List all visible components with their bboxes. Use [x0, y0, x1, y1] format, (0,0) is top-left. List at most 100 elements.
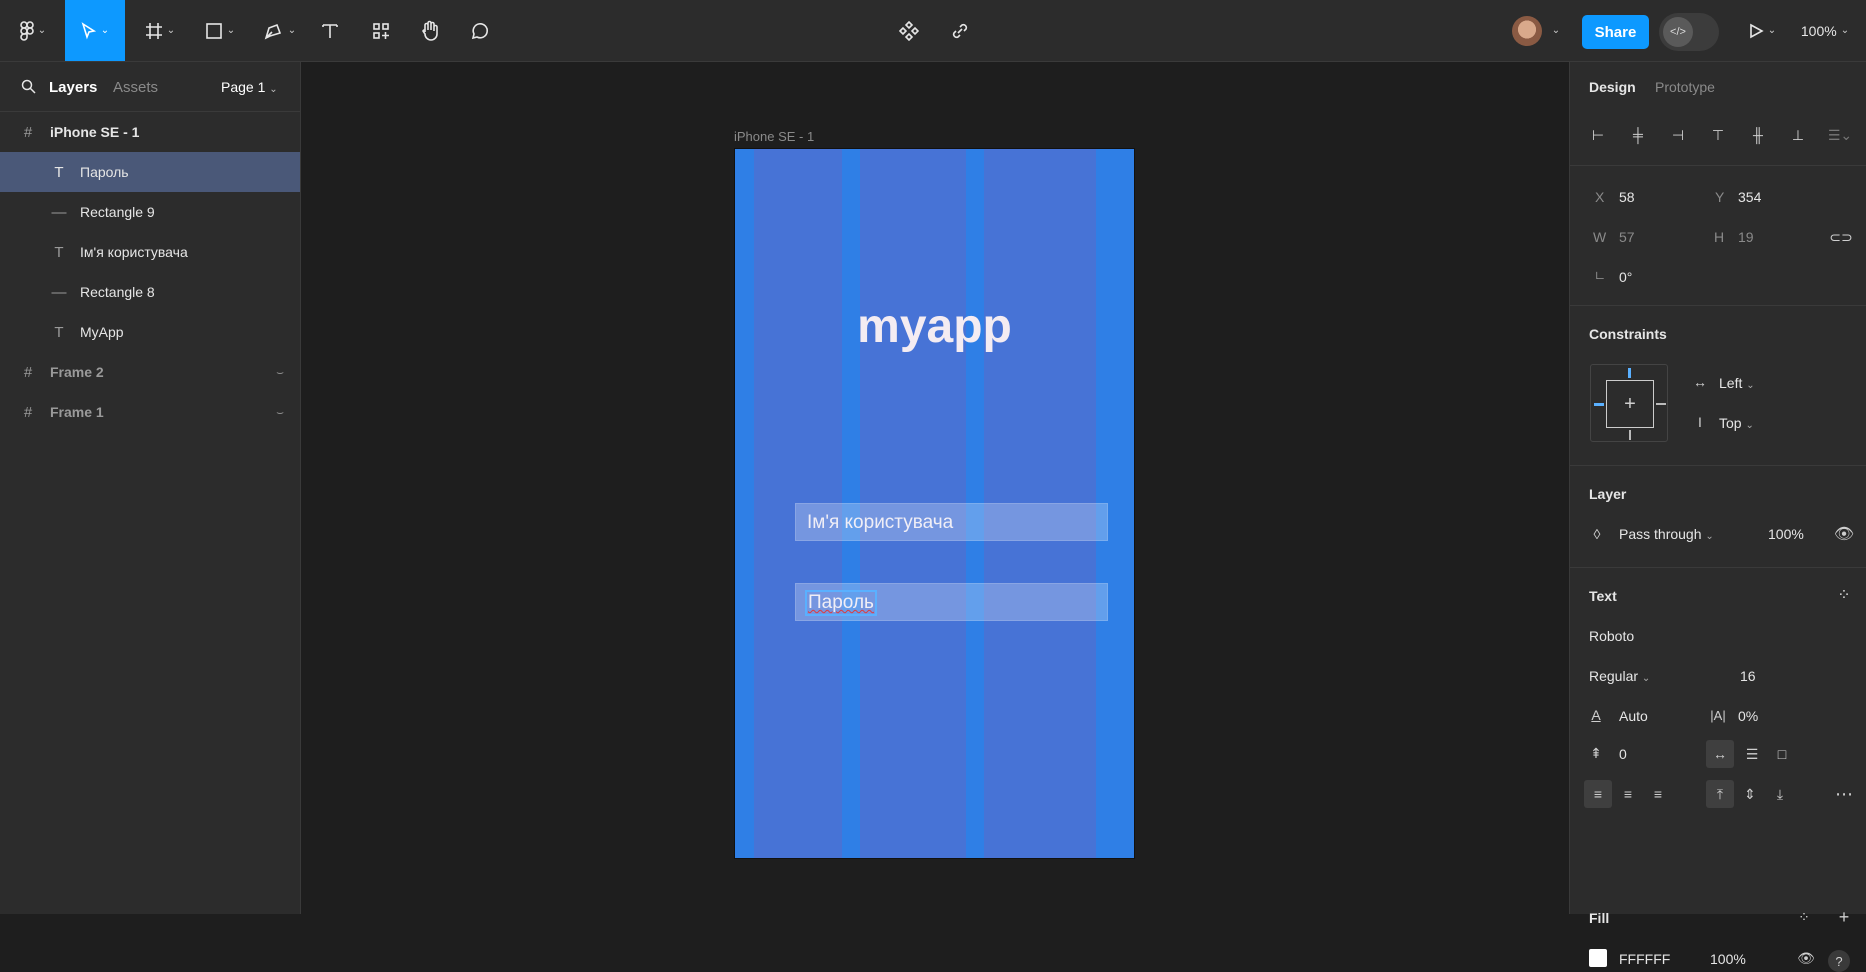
fill-visibility-eye-icon[interactable]: 👁: [1796, 949, 1816, 967]
font-size-input[interactable]: 16: [1740, 668, 1756, 684]
text-styles-grid-icon[interactable]: ⁘: [1834, 586, 1854, 604]
fill-color-swatch[interactable]: [1589, 949, 1607, 967]
link-button[interactable]: [944, 0, 976, 61]
layer-label: Rectangle 9: [80, 204, 155, 220]
frame-label[interactable]: iPhone SE - 1: [734, 129, 814, 144]
plus-icon: +: [1624, 392, 1636, 415]
y-label: Y: [1715, 189, 1725, 205]
frame-tool-button[interactable]: ⌄: [137, 0, 183, 61]
dev-mode-toggle[interactable]: </>: [1659, 13, 1719, 51]
position-section: X 58 Y 354 W 57 H 19 ⊂⊃ ∟ 0°: [1570, 166, 1866, 306]
text-tool-button[interactable]: [314, 0, 346, 61]
text-align-center-icon[interactable]: ≡: [1614, 780, 1642, 808]
constraint-bottom-indicator[interactable]: [1629, 430, 1631, 440]
username-field[interactable]: Ім'я користувача: [795, 503, 1108, 541]
y-input[interactable]: 354: [1738, 189, 1761, 205]
pen-tool-button[interactable]: ⌄: [257, 0, 303, 61]
paragraph-spacing-input[interactable]: 0: [1619, 746, 1627, 762]
main-menu-button[interactable]: ⌄: [10, 0, 56, 61]
auto-width-icon[interactable]: ↔: [1706, 740, 1734, 768]
horizontal-constraint-dropdown[interactable]: Left ⌄: [1719, 375, 1755, 391]
text-align-right-icon[interactable]: ≡: [1644, 780, 1672, 808]
line-height-input[interactable]: Auto: [1619, 708, 1648, 724]
properties-panel: Design Prototype ⊢ ╪ ⊣ ⊤ ╫ ⊥ ☰⌄ X 58 Y 3…: [1569, 62, 1866, 972]
align-top-icon[interactable]: ⊤: [1707, 124, 1729, 146]
zoom-dropdown[interactable]: 100% ⌄: [1796, 0, 1854, 61]
tab-prototype[interactable]: Prototype: [1655, 79, 1715, 95]
h-input[interactable]: 19: [1738, 229, 1754, 245]
align-vertical-center-icon[interactable]: ╫: [1747, 124, 1769, 146]
constraint-left-indicator[interactable]: [1594, 403, 1604, 406]
chevron-down-icon: ⌄: [100, 25, 110, 36]
align-right-icon[interactable]: ⊣: [1667, 124, 1689, 146]
help-icon[interactable]: ?: [1828, 950, 1850, 972]
x-input[interactable]: 58: [1619, 189, 1635, 205]
fill-hex-input[interactable]: FFFFFF: [1619, 951, 1670, 967]
rotation-input[interactable]: 0°: [1619, 269, 1632, 285]
layer-frame-2[interactable]: # Frame 2 ⌣: [0, 352, 300, 392]
constraint-top-indicator[interactable]: [1628, 368, 1631, 378]
frame-icon: #: [23, 123, 33, 141]
fill-styles-grid-icon[interactable]: ⁘: [1794, 908, 1814, 926]
layer-frame-1[interactable]: # Frame 1 ⌣: [0, 392, 300, 432]
more-options-icon[interactable]: ⋯: [1830, 780, 1858, 808]
blend-mode-dropdown[interactable]: Pass through ⌄: [1619, 526, 1714, 542]
tab-assets[interactable]: Assets: [113, 79, 158, 96]
tab-layers[interactable]: Layers: [49, 79, 97, 96]
font-weight-dropdown[interactable]: Regular ⌄: [1589, 668, 1650, 684]
constrain-proportions-icon[interactable]: ⊂⊃: [1829, 226, 1852, 248]
add-fill-icon[interactable]: +: [1834, 907, 1854, 927]
resources-button[interactable]: [365, 0, 397, 61]
page-name: Page 1: [221, 79, 266, 95]
align-left-icon[interactable]: ⊢: [1587, 124, 1609, 146]
text-align-left-icon[interactable]: ≡: [1584, 780, 1612, 808]
fixed-size-icon[interactable]: □: [1768, 740, 1796, 768]
layer-frame-iphone[interactable]: # iPhone SE - 1: [0, 112, 300, 152]
hand-tool-button[interactable]: [414, 0, 446, 61]
username-placeholder[interactable]: Ім'я користувача: [807, 512, 953, 534]
x-label: X: [1595, 189, 1605, 205]
layer-label: iPhone SE - 1: [50, 124, 140, 140]
share-button[interactable]: Share: [1582, 15, 1649, 49]
vertical-align-bottom-icon[interactable]: ⤓: [1766, 780, 1794, 808]
distribute-icon[interactable]: ☰⌄: [1825, 124, 1855, 146]
layer-opacity-input[interactable]: 100%: [1768, 526, 1804, 542]
layer-text-password[interactable]: T Пароль: [0, 152, 300, 192]
vertical-align-middle-icon[interactable]: ⇕: [1736, 780, 1764, 808]
auto-height-icon[interactable]: ☰: [1738, 740, 1766, 768]
font-family-dropdown[interactable]: Roboto: [1589, 628, 1634, 644]
layer-text-username[interactable]: T Ім'я користувача: [0, 232, 300, 272]
code-icon: </>: [1663, 17, 1693, 47]
password-field[interactable]: Пароль: [795, 583, 1108, 621]
constraints-widget[interactable]: +: [1590, 364, 1668, 442]
text-section: Text ⁘ Roboto Regular ⌄ 16 A Auto |A| 0%…: [1570, 568, 1866, 888]
hidden-eye-icon[interactable]: ⌣: [276, 405, 284, 420]
user-avatar[interactable]: [1512, 16, 1542, 46]
iphone-frame[interactable]: myapp Ім'я користувача Пароль: [734, 148, 1135, 859]
align-horizontal-center-icon[interactable]: ╪: [1627, 124, 1649, 146]
component-button[interactable]: [893, 0, 925, 61]
fill-opacity-input[interactable]: 100%: [1710, 951, 1746, 967]
w-input[interactable]: 57: [1619, 229, 1635, 245]
comment-tool-button[interactable]: [464, 0, 496, 61]
layer-rectangle-9[interactable]: — Rectangle 9: [0, 192, 300, 232]
search-icon[interactable]: [21, 79, 36, 94]
page-selector[interactable]: Page 1 ⌄: [221, 79, 278, 95]
hidden-eye-icon[interactable]: ⌣: [276, 365, 284, 380]
present-button[interactable]: ⌄: [1742, 0, 1782, 61]
chevron-down-icon[interactable]: ⌄: [1548, 0, 1564, 61]
password-placeholder[interactable]: Пароль: [805, 590, 877, 616]
fill-title: Fill: [1589, 910, 1610, 926]
tab-design[interactable]: Design: [1589, 79, 1636, 95]
align-bottom-icon[interactable]: ⊥: [1787, 124, 1809, 146]
eye-icon[interactable]: 👁: [1834, 524, 1854, 544]
layer-rectangle-8[interactable]: — Rectangle 8: [0, 272, 300, 312]
layer-text-myapp[interactable]: T MyApp: [0, 312, 300, 352]
move-tool-button[interactable]: ⌄: [65, 0, 125, 61]
constraint-right-indicator[interactable]: [1656, 403, 1666, 405]
vertical-align-top-icon[interactable]: ⤒: [1706, 780, 1734, 808]
shape-tool-button[interactable]: ⌄: [197, 0, 243, 61]
vertical-constraint-dropdown[interactable]: Top ⌄: [1719, 415, 1754, 431]
app-title-text[interactable]: myapp: [735, 299, 1134, 354]
letter-spacing-input[interactable]: 0%: [1738, 708, 1758, 724]
